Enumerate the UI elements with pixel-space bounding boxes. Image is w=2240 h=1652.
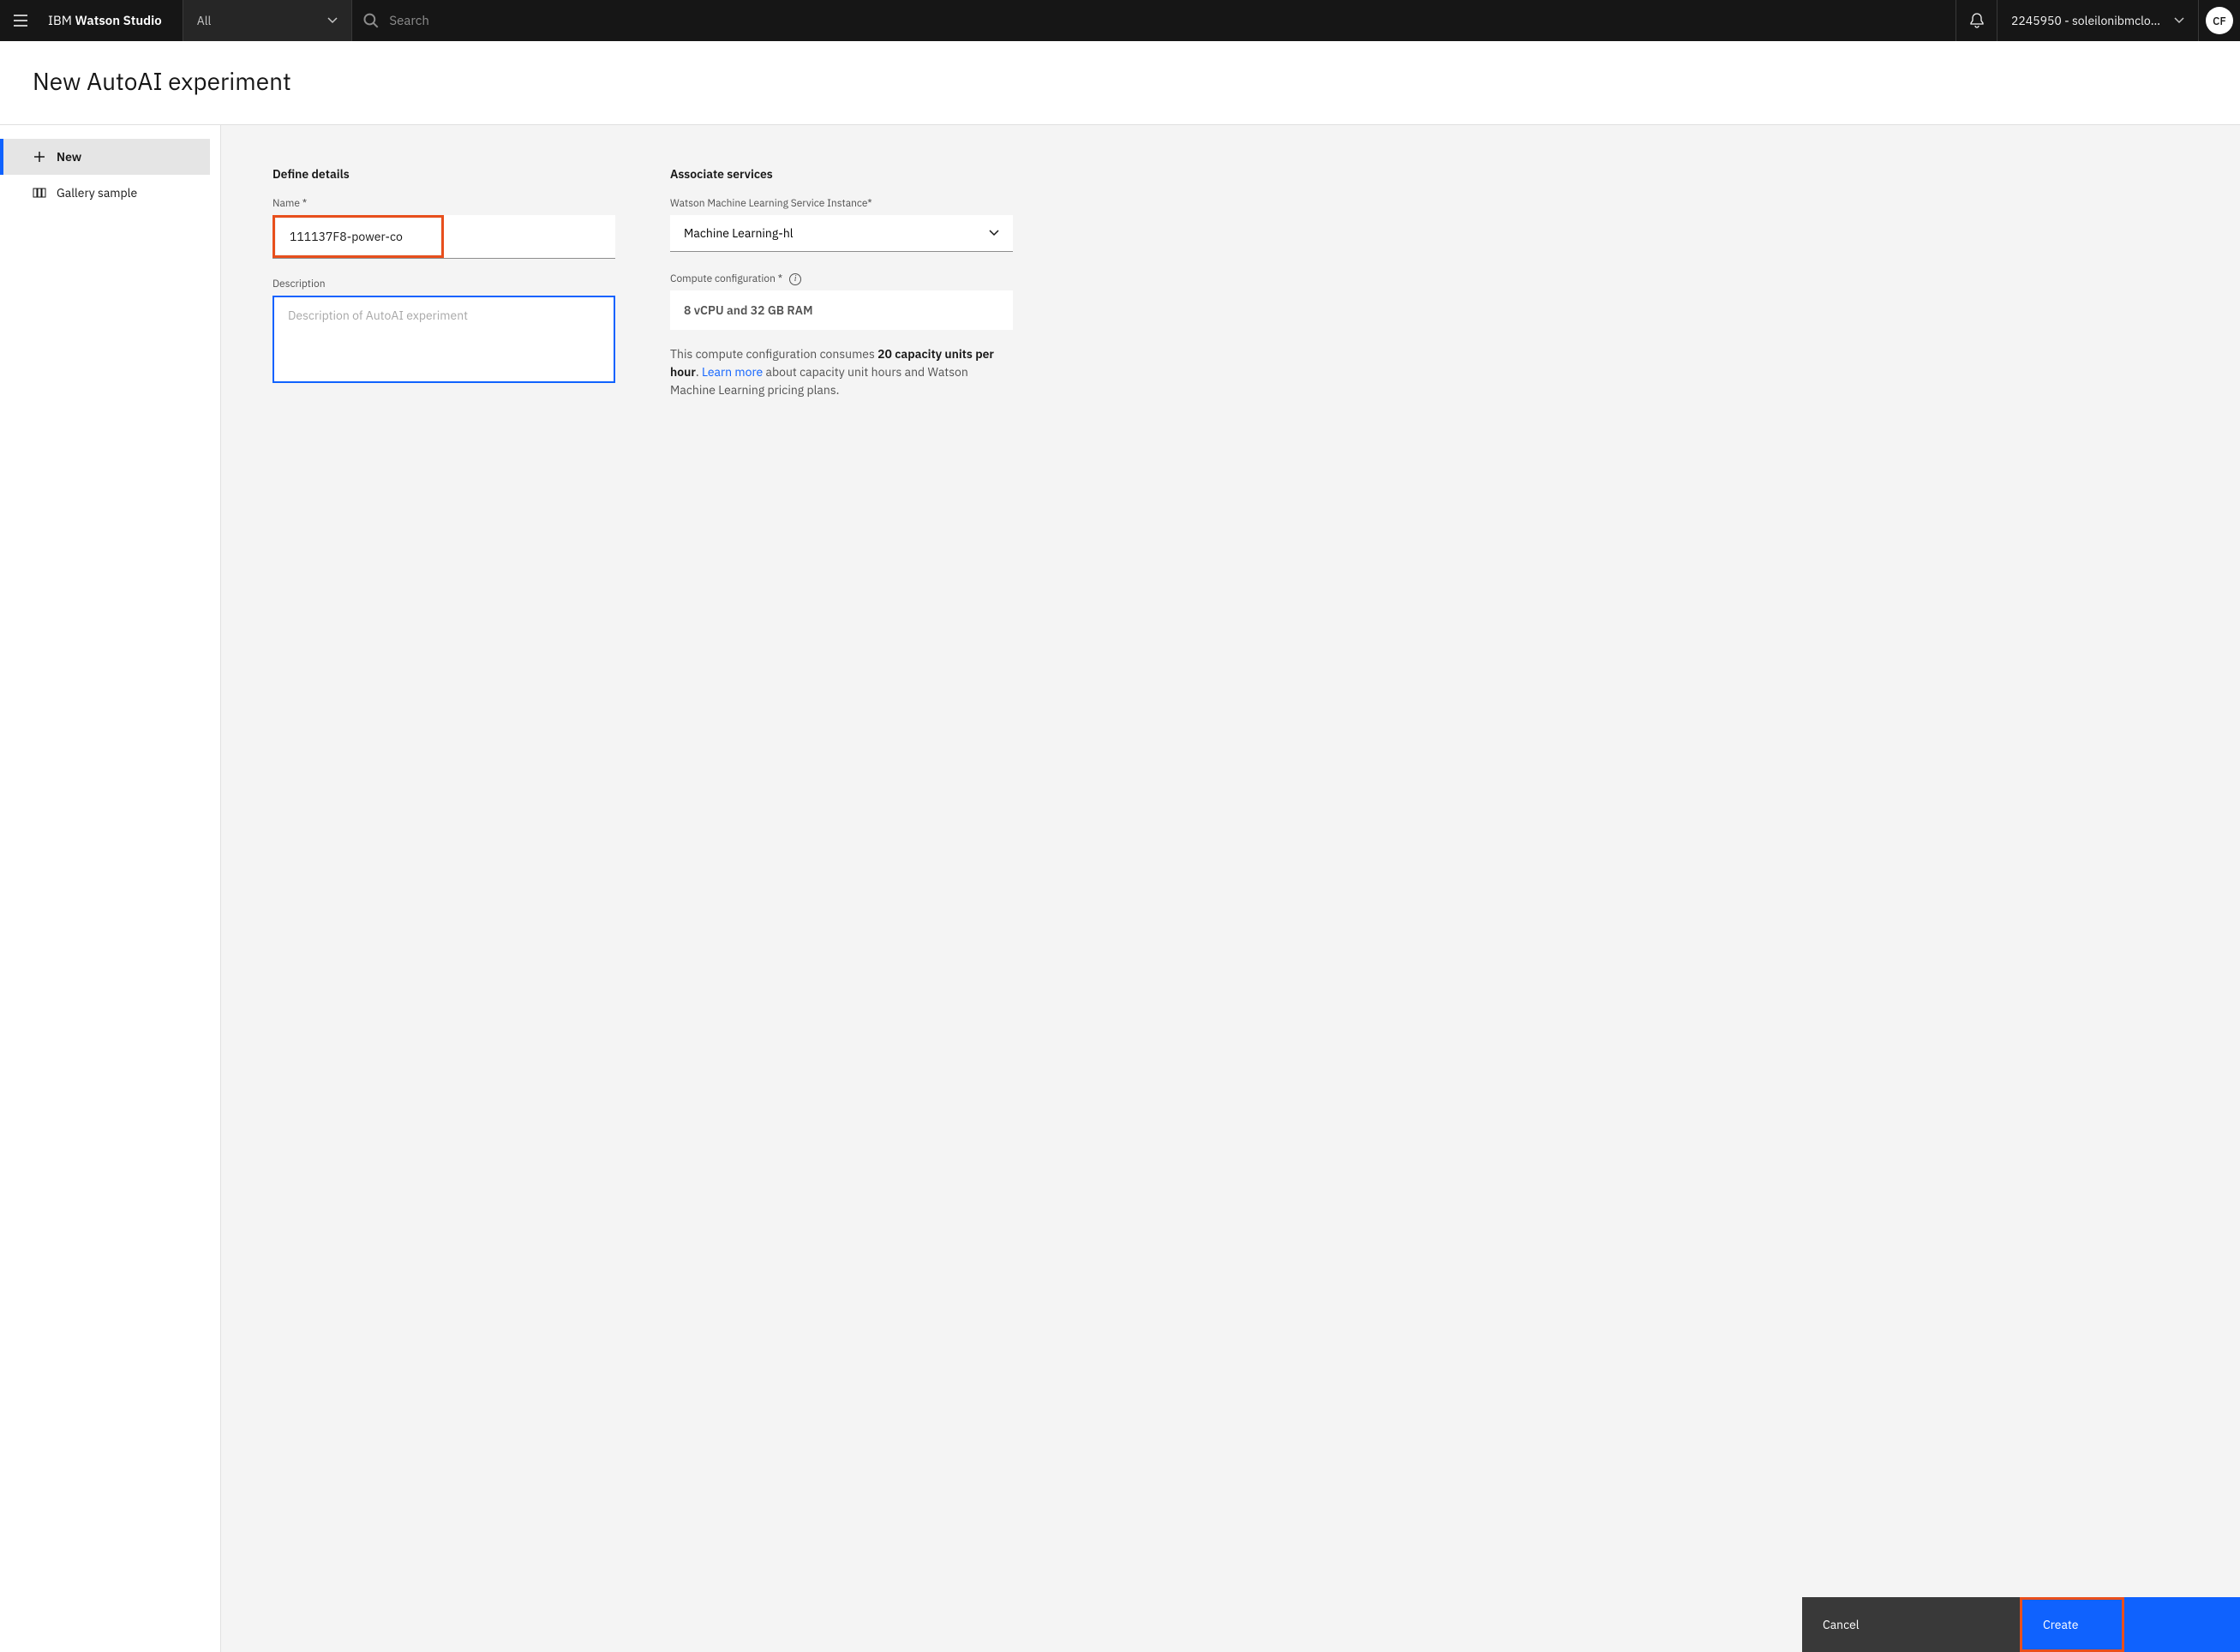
wml-field-label: Watson Machine Learning Service Instance… xyxy=(670,197,1013,210)
learn-more-link[interactable]: Learn more xyxy=(702,364,763,380)
sidebar-item-new[interactable]: New xyxy=(0,139,210,175)
bell-icon xyxy=(1968,12,1985,29)
page-title: New AutoAI experiment xyxy=(0,41,2240,125)
name-input[interactable] xyxy=(276,218,440,254)
hamburger-icon xyxy=(12,12,29,29)
page-body: New Gallery sample Define details Name * xyxy=(0,125,2240,1652)
description-textarea[interactable] xyxy=(273,296,615,383)
name-field-label: Name * xyxy=(273,197,615,210)
account-dropdown[interactable]: 2245950 - soleilonibmclou… xyxy=(1997,0,2199,41)
chevron-down-icon xyxy=(327,17,338,24)
sidebar-item-label: Gallery sample xyxy=(57,185,137,201)
section-heading: Associate services xyxy=(670,166,1013,182)
scope-dropdown[interactable]: All xyxy=(183,0,352,41)
name-input-wrapper xyxy=(273,215,615,259)
chevron-down-icon xyxy=(2174,17,2184,24)
associate-services-section: Associate services Watson Machine Learni… xyxy=(670,166,1013,1611)
sidebar: New Gallery sample xyxy=(0,125,221,1652)
cancel-button[interactable]: Cancel xyxy=(1802,1597,2020,1652)
description-field-label: Description xyxy=(273,278,615,290)
plus-icon xyxy=(33,151,46,163)
sidebar-item-label: New xyxy=(57,149,81,165)
notifications-button[interactable] xyxy=(1956,0,1997,41)
compute-help-text: This compute configuration consumes 20 c… xyxy=(670,345,1013,399)
wml-instance-select[interactable]: Machine Learning-hl xyxy=(670,215,1013,252)
create-button-tail xyxy=(2124,1597,2240,1652)
gallery-icon xyxy=(33,187,46,199)
compute-field-label: Compute configuration * i xyxy=(670,272,1013,285)
sidebar-item-gallery-sample[interactable]: Gallery sample xyxy=(0,175,220,211)
footer-actions: Cancel Create xyxy=(1802,1597,2240,1652)
define-details-section: Define details Name * Description xyxy=(273,166,615,1611)
create-button-highlight: Create xyxy=(2020,1597,2124,1652)
create-button[interactable]: Create xyxy=(2022,1600,2122,1649)
search-icon xyxy=(362,12,380,29)
main-content: Define details Name * Description Associ… xyxy=(221,125,2240,1652)
compute-config-value: 8 vCPU and 32 GB RAM xyxy=(670,290,1013,330)
hamburger-menu-button[interactable] xyxy=(0,0,41,41)
info-icon[interactable]: i xyxy=(789,273,801,285)
topbar: IBM Watson Studio All 2245950 - soleilon… xyxy=(0,0,2240,41)
name-field-highlight xyxy=(273,215,444,258)
account-label: 2245950 - soleilonibmclou… xyxy=(2011,13,2165,28)
avatar[interactable]: CF xyxy=(2206,7,2233,34)
name-input-tail xyxy=(444,215,615,258)
section-heading: Define details xyxy=(273,166,615,182)
search-bar[interactable] xyxy=(352,0,1956,41)
chevron-down-icon xyxy=(989,230,999,236)
wml-selected-value: Machine Learning-hl xyxy=(684,225,794,241)
search-input[interactable] xyxy=(389,13,1945,29)
scope-label: All xyxy=(197,13,212,28)
brand-label: IBM Watson Studio xyxy=(41,13,183,29)
